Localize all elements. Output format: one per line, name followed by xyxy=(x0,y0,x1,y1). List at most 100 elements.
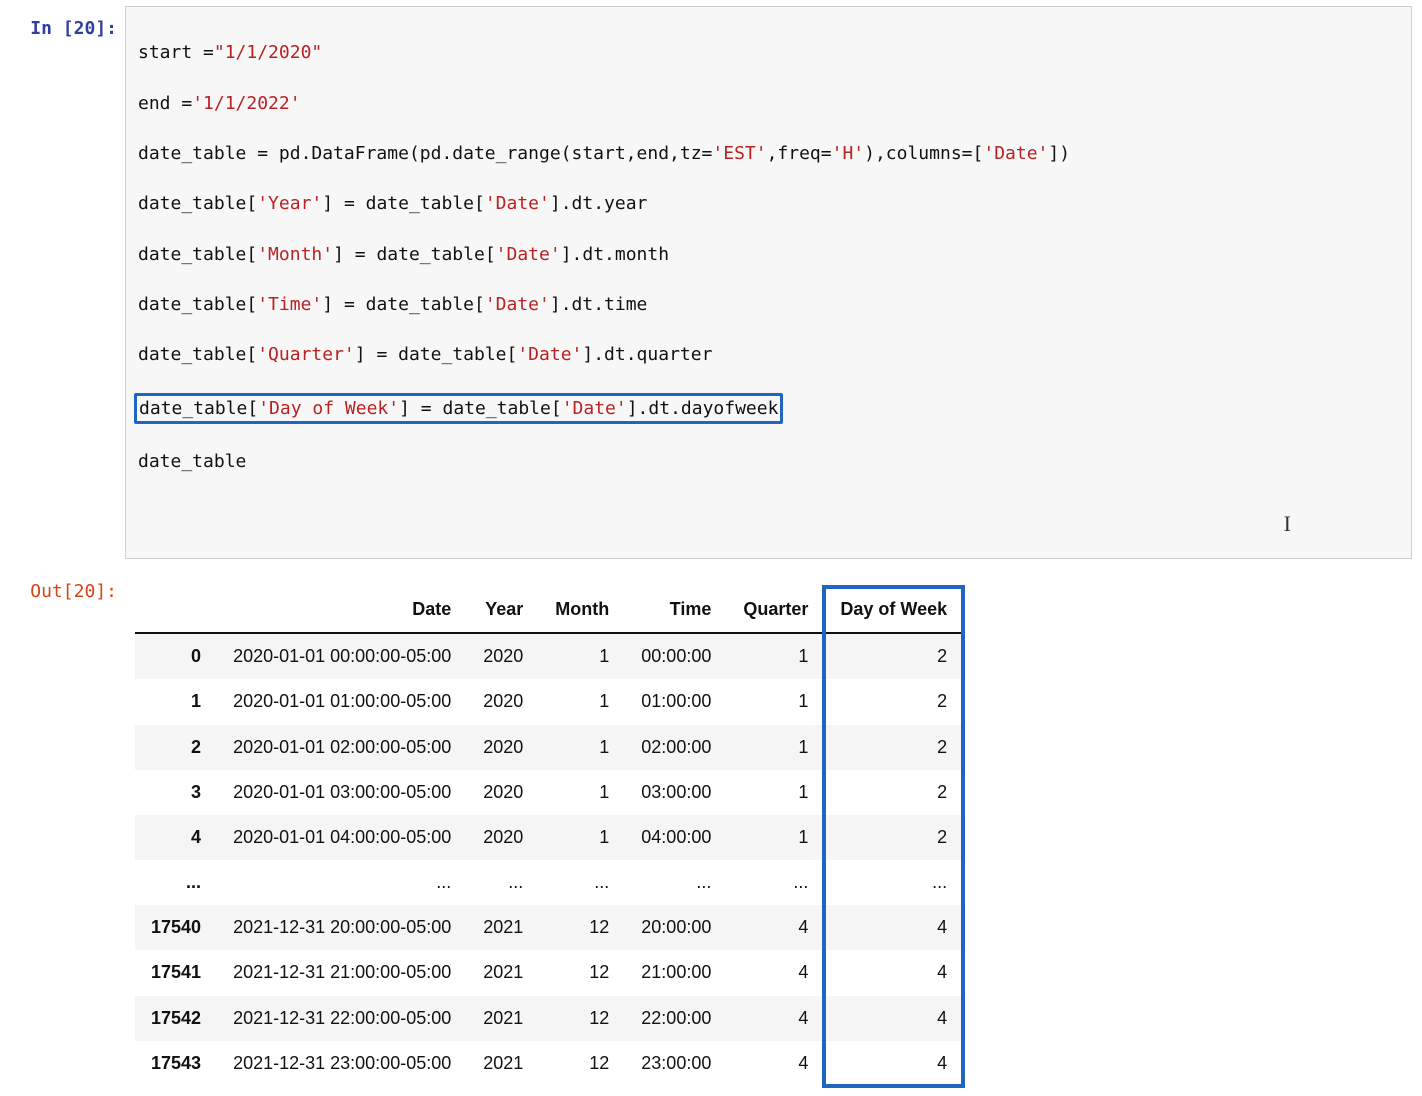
code-token: date_table[ xyxy=(366,244,496,265)
cell-time: 23:00:00 xyxy=(625,1041,727,1086)
cell-quarter: 1 xyxy=(727,815,824,860)
cell-time: 02:00:00 xyxy=(625,725,727,770)
code-token: date_table xyxy=(138,451,246,472)
code-token: date_table[ xyxy=(138,244,257,265)
cell-month: 1 xyxy=(539,725,625,770)
cell-date: 2020-01-01 01:00:00-05:00 xyxy=(217,679,467,724)
code-token: = xyxy=(962,143,973,164)
cell-date: 2021-12-31 22:00:00-05:00 xyxy=(217,996,467,1041)
cell-year: 2020 xyxy=(467,815,539,860)
code-token: 'Month' xyxy=(257,244,333,265)
code-token: = xyxy=(421,398,432,419)
code-token: date_table[ xyxy=(355,294,485,315)
row-index: 17541 xyxy=(135,950,217,995)
cell-dow: ... xyxy=(824,860,963,905)
table-row: 12020-01-01 01:00:00-05:002020101:00:001… xyxy=(135,679,963,724)
cell-date: 2021-12-31 20:00:00-05:00 xyxy=(217,905,467,950)
table-row: 175402021-12-31 20:00:00-05:0020211220:0… xyxy=(135,905,963,950)
code-token: 'Date' xyxy=(485,294,550,315)
cell-year: 2021 xyxy=(467,905,539,950)
table-row: 175432021-12-31 23:00:00-05:0020211223:0… xyxy=(135,1041,963,1086)
code-token: ] xyxy=(322,193,344,214)
input-prompt-label: In [20]: xyxy=(10,6,125,41)
output-cell: Out[20]: Date Year Month Time Quarter Da… xyxy=(10,569,1412,1086)
output-prompt-label: Out[20]: xyxy=(10,569,125,604)
code-token: 'Date' xyxy=(485,193,550,214)
row-index: 17543 xyxy=(135,1041,217,1086)
code-token: end xyxy=(138,93,181,114)
table-header-row: Date Year Month Time Quarter Day of Week xyxy=(135,587,963,633)
code-token: = xyxy=(702,143,713,164)
cell-dow: 2 xyxy=(824,815,963,860)
code-token: 'EST' xyxy=(712,143,766,164)
code-token: = xyxy=(355,244,366,265)
cell-quarter: 1 xyxy=(727,679,824,724)
code-token: ].dt.dayofweek xyxy=(627,398,779,419)
row-index: 0 xyxy=(135,633,217,679)
table-row: ..................... xyxy=(135,860,963,905)
code-token: date_table[ xyxy=(138,344,257,365)
cell-quarter: 1 xyxy=(727,725,824,770)
code-token: ] xyxy=(399,398,421,419)
code-token: = xyxy=(344,294,355,315)
dataframe-table: Date Year Month Time Quarter Day of Week… xyxy=(135,587,963,1086)
code-token: date_table[ xyxy=(387,344,517,365)
cell-month: 1 xyxy=(539,679,625,724)
cell-year: 2021 xyxy=(467,1041,539,1086)
row-index: 17540 xyxy=(135,905,217,950)
code-token: ,freq xyxy=(767,143,821,164)
code-token: 'H' xyxy=(832,143,865,164)
cell-month: 1 xyxy=(539,633,625,679)
code-token: 'Date' xyxy=(983,143,1048,164)
code-token: 'Date' xyxy=(496,244,561,265)
cell-dow: 4 xyxy=(824,996,963,1041)
cell-time: 01:00:00 xyxy=(625,679,727,724)
code-token: ]) xyxy=(1048,143,1070,164)
code-token: ] xyxy=(322,294,344,315)
code-token: date_table xyxy=(138,143,257,164)
cell-year: 2020 xyxy=(467,633,539,679)
cell-dow: 2 xyxy=(824,679,963,724)
code-editor[interactable]: start ="1/1/2020" end ='1/1/2022' date_t… xyxy=(125,6,1412,559)
row-index: 3 xyxy=(135,770,217,815)
code-token: 'Quarter' xyxy=(257,344,355,365)
cell-year: 2021 xyxy=(467,996,539,1041)
code-token: ] xyxy=(333,244,355,265)
code-token: 'Date' xyxy=(562,398,627,419)
cell-quarter: 4 xyxy=(727,905,824,950)
cell-year: 2020 xyxy=(467,770,539,815)
cell-dow: 4 xyxy=(824,950,963,995)
cell-month: 12 xyxy=(539,905,625,950)
cell-year: ... xyxy=(467,860,539,905)
input-cell: In [20]: start ="1/1/2020" end ='1/1/202… xyxy=(10,6,1412,559)
code-token: = xyxy=(821,143,832,164)
cell-time: 00:00:00 xyxy=(625,633,727,679)
cell-dow: 2 xyxy=(824,770,963,815)
code-token: ] xyxy=(355,344,377,365)
cell-time: 04:00:00 xyxy=(625,815,727,860)
cell-dow: 2 xyxy=(824,633,963,679)
code-token: = xyxy=(257,143,268,164)
code-token: ].dt.time xyxy=(550,294,648,315)
table-row: 32020-01-01 03:00:00-05:002020103:00:001… xyxy=(135,770,963,815)
cell-date: 2021-12-31 21:00:00-05:00 xyxy=(217,950,467,995)
col-quarter: Quarter xyxy=(727,587,824,633)
table-row: 22020-01-01 02:00:00-05:002020102:00:001… xyxy=(135,725,963,770)
cell-year: 2021 xyxy=(467,950,539,995)
cell-dow: 4 xyxy=(824,905,963,950)
text-caret-icon: I xyxy=(1284,509,1291,540)
cell-quarter: 1 xyxy=(727,770,824,815)
code-token: date_table[ xyxy=(138,193,257,214)
cell-time: ... xyxy=(625,860,727,905)
cell-year: 2020 xyxy=(467,725,539,770)
cell-month: 12 xyxy=(539,996,625,1041)
cell-date: 2020-01-01 03:00:00-05:00 xyxy=(217,770,467,815)
cell-month: 12 xyxy=(539,1041,625,1086)
cell-month: 1 xyxy=(539,770,625,815)
table-row: 02020-01-01 00:00:00-05:002020100:00:001… xyxy=(135,633,963,679)
cell-quarter: ... xyxy=(727,860,824,905)
code-token: ),columns xyxy=(864,143,962,164)
cell-date: 2020-01-01 00:00:00-05:00 xyxy=(217,633,467,679)
table-row: 42020-01-01 04:00:00-05:002020104:00:001… xyxy=(135,815,963,860)
cell-date: 2020-01-01 04:00:00-05:00 xyxy=(217,815,467,860)
